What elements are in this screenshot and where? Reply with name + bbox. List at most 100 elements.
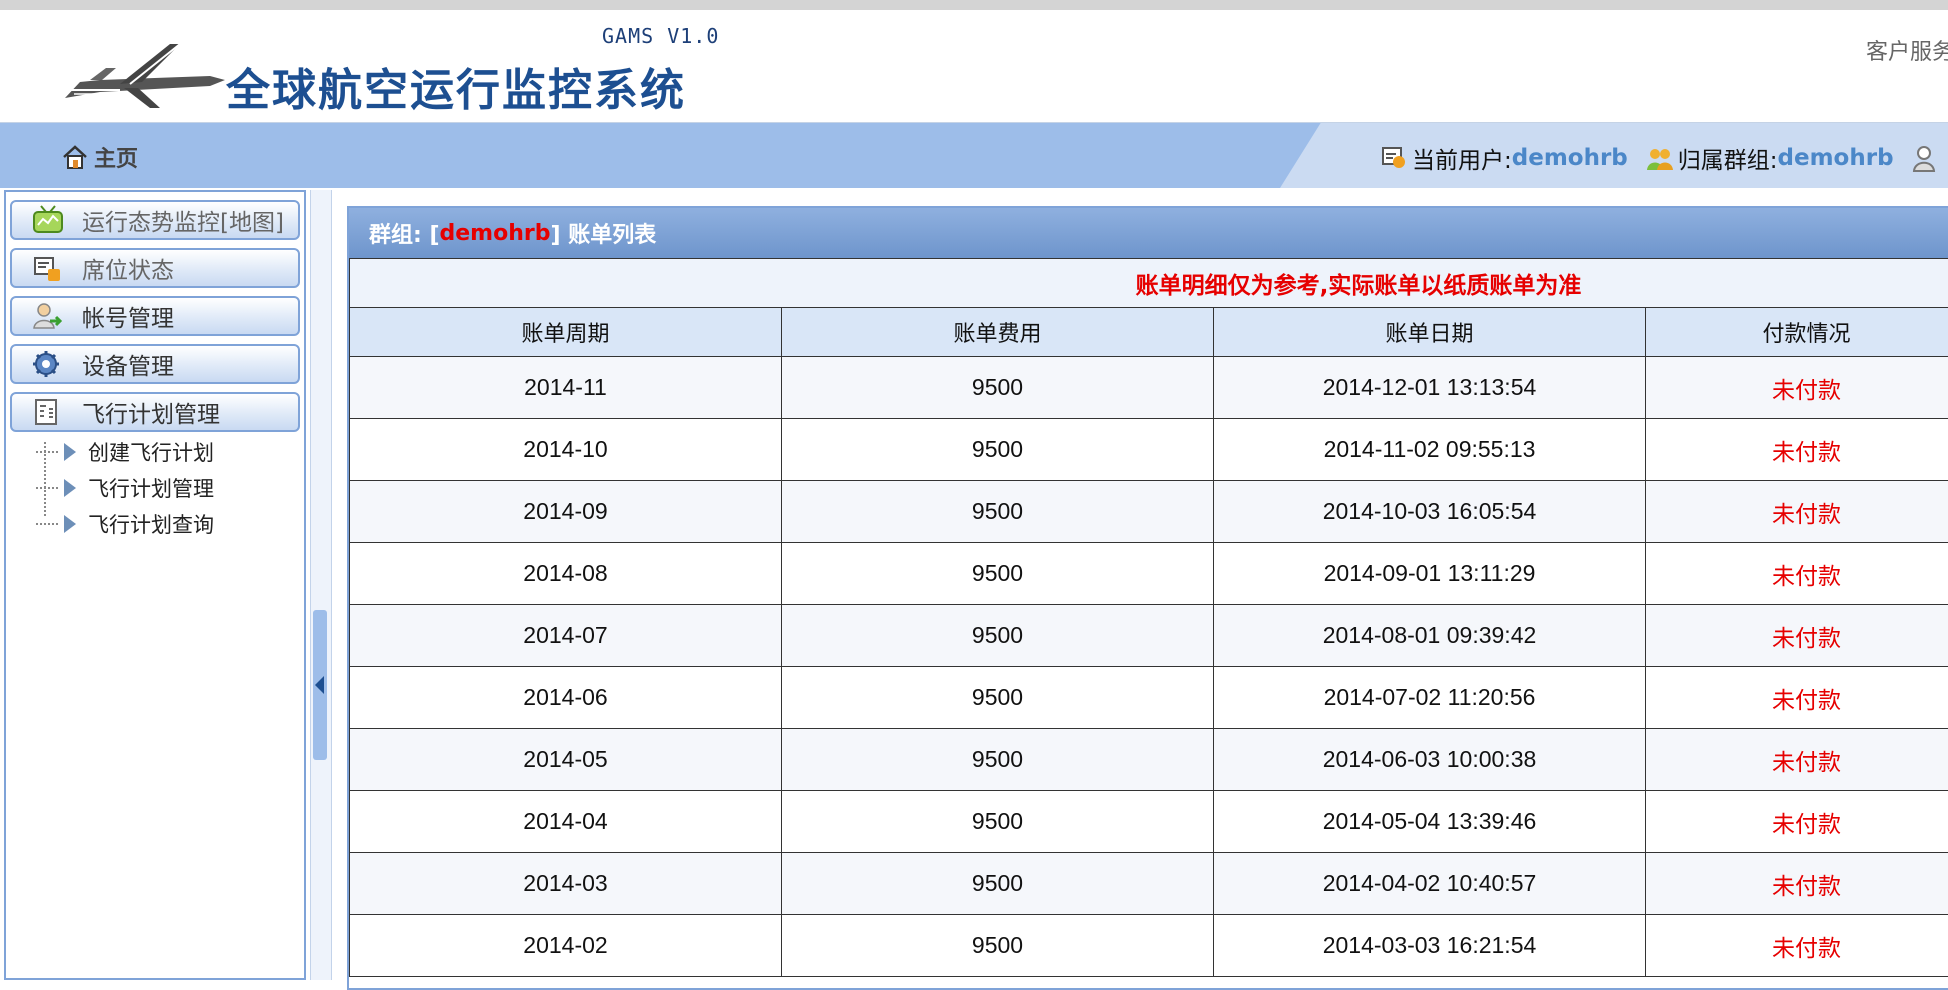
group-value[interactable]: demohrb xyxy=(1778,145,1894,171)
bill-notice: 账单明细仅为参考,实际账单以纸质账单为准 xyxy=(1136,273,1582,299)
cell-fee: 9500 xyxy=(782,357,1214,419)
sidebar-item-seat-status[interactable]: 席位状态 xyxy=(10,248,300,288)
cell-period: 2014-11 xyxy=(350,357,782,419)
device-gear-icon xyxy=(32,349,64,379)
bill-list-panel: 群组: [ demohrb ] 账单列表 账单明细仅为参考,实际账单以纸质账单为… xyxy=(347,206,1948,990)
monitor-icon xyxy=(32,205,64,235)
column-header-date: 账单日期 xyxy=(1214,308,1646,357)
panel-title-group: demohrb xyxy=(440,221,551,246)
cell-payment-status: 未付款 xyxy=(1646,729,1948,791)
cell-payment-status: 未付款 xyxy=(1646,357,1948,419)
user-info: 当前用户: demohrb 归属群组: demohrb xyxy=(1380,141,1944,175)
cell-fee: 9500 xyxy=(782,729,1214,791)
current-user-label: 当前用户: xyxy=(1412,141,1512,175)
home-link[interactable]: 主页 xyxy=(60,141,138,173)
submenu-item-create-flight-plan[interactable]: 创建飞行计划 xyxy=(36,434,214,470)
cell-fee: 9500 xyxy=(782,481,1214,543)
bill-table-body: 2014-1195002014-12-01 13:13:54未付款2014-10… xyxy=(350,357,1948,977)
sidebar-splitter xyxy=(310,190,332,980)
bill-notice-row: 账单明细仅为参考,实际账单以纸质账单为准 xyxy=(350,259,1948,308)
sidebar-item-device-management[interactable]: 设备管理 xyxy=(10,344,300,384)
cell-period: 2014-09 xyxy=(350,481,782,543)
table-row: 2014-0695002014-07-02 11:20:56未付款 xyxy=(350,667,1948,729)
cell-date: 2014-07-02 11:20:56 xyxy=(1214,667,1646,729)
submenu-item-flight-plan-management[interactable]: 飞行计划管理 xyxy=(36,470,214,506)
cell-date: 2014-06-03 10:00:38 xyxy=(1214,729,1646,791)
cell-fee: 9500 xyxy=(782,667,1214,729)
nav-bar: 主页 当前用户: demohrb 归属群组: demohrb xyxy=(0,123,1948,188)
app-title: 全球航空运行监控系统 xyxy=(226,54,686,118)
cell-date: 2014-04-02 10:40:57 xyxy=(1214,853,1646,915)
home-label: 主页 xyxy=(94,141,138,173)
column-header-period: 账单周期 xyxy=(350,308,782,357)
cell-payment-status: 未付款 xyxy=(1646,667,1948,729)
flight-plan-submenu: 创建飞行计划 飞行计划管理 飞行计划查询 xyxy=(36,434,214,542)
sidebar: 运行态势监控[地图] 席位状态 帐号管理 设备管理 飞行计划管理 xyxy=(4,190,306,980)
collapse-sidebar-handle[interactable] xyxy=(313,610,327,760)
table-row: 2014-0395002014-04-02 10:40:57未付款 xyxy=(350,853,1948,915)
cell-fee: 9500 xyxy=(782,419,1214,481)
cell-period: 2014-02 xyxy=(350,915,782,977)
group-users-icon xyxy=(1646,144,1674,172)
user-settings-icon[interactable] xyxy=(1912,144,1940,172)
account-icon xyxy=(32,301,64,331)
sidebar-item-label: 席位状态 xyxy=(82,251,174,285)
table-row: 2014-0295002014-03-03 16:21:54未付款 xyxy=(350,915,1948,977)
tree-connector xyxy=(36,451,58,453)
tree-connector xyxy=(36,487,58,489)
airplane-logo-icon xyxy=(60,30,230,120)
sidebar-item-label: 飞行计划管理 xyxy=(82,395,220,429)
sidebar-item-label: 设备管理 xyxy=(82,347,174,381)
cell-fee: 9500 xyxy=(782,605,1214,667)
sidebar-item-label: 帐号管理 xyxy=(82,299,174,333)
home-icon xyxy=(60,142,90,172)
bill-notice-cell: 账单明细仅为参考,实际账单以纸质账单为准 xyxy=(350,259,1948,308)
cell-payment-status: 未付款 xyxy=(1646,481,1948,543)
cell-period: 2014-06 xyxy=(350,667,782,729)
sidebar-item-flight-plan-management[interactable]: 飞行计划管理 xyxy=(10,392,300,432)
flight-plan-icon xyxy=(32,397,64,427)
table-row: 2014-1195002014-12-01 13:13:54未付款 xyxy=(350,357,1948,419)
sidebar-item-label: 运行态势监控[地图] xyxy=(82,203,284,237)
submenu-item-label: 创建飞行计划 xyxy=(88,437,214,467)
table-row: 2014-0995002014-10-03 16:05:54未付款 xyxy=(350,481,1948,543)
submenu-item-flight-plan-query[interactable]: 飞行计划查询 xyxy=(36,506,214,542)
panel-title-suffix: ] 账单列表 xyxy=(550,217,656,249)
cell-payment-status: 未付款 xyxy=(1646,419,1948,481)
group-label: 归属群组: xyxy=(1678,141,1778,175)
bill-table: 账单明细仅为参考,实际账单以纸质账单为准 账单周期 账单费用 账单日期 付款情况… xyxy=(349,258,1948,977)
submenu-item-label: 飞行计划管理 xyxy=(88,473,214,503)
cell-period: 2014-04 xyxy=(350,791,782,853)
cell-period: 2014-10 xyxy=(350,419,782,481)
app-version: GAMS V1.0 xyxy=(602,24,719,48)
cell-date: 2014-05-04 13:39:46 xyxy=(1214,791,1646,853)
cell-date: 2014-03-03 16:21:54 xyxy=(1214,915,1646,977)
triangle-right-icon xyxy=(64,443,76,461)
cell-date: 2014-10-03 16:05:54 xyxy=(1214,481,1646,543)
cell-payment-status: 未付款 xyxy=(1646,605,1948,667)
table-row: 2014-0595002014-06-03 10:00:38未付款 xyxy=(350,729,1948,791)
table-row: 2014-0795002014-08-01 09:39:42未付款 xyxy=(350,605,1948,667)
panel-title: 群组: [ demohrb ] 账单列表 xyxy=(349,208,1948,258)
table-row: 2014-0495002014-05-04 13:39:46未付款 xyxy=(350,791,1948,853)
cell-fee: 9500 xyxy=(782,915,1214,977)
cell-date: 2014-08-01 09:39:42 xyxy=(1214,605,1646,667)
seat-status-icon xyxy=(32,253,64,283)
cell-period: 2014-03 xyxy=(350,853,782,915)
sidebar-item-monitor-map[interactable]: 运行态势监控[地图] xyxy=(10,200,300,240)
table-row: 2014-1095002014-11-02 09:55:13未付款 xyxy=(350,419,1948,481)
column-header-fee: 账单费用 xyxy=(782,308,1214,357)
cell-date: 2014-09-01 13:11:29 xyxy=(1214,543,1646,605)
cell-payment-status: 未付款 xyxy=(1646,853,1948,915)
tree-connector xyxy=(36,523,58,525)
table-row: 2014-0895002014-09-01 13:11:29未付款 xyxy=(350,543,1948,605)
panel-title-prefix: 群组: [ xyxy=(369,217,440,249)
customer-service-link[interactable]: 客户服务 xyxy=(1866,34,1948,66)
current-user-value[interactable]: demohrb xyxy=(1512,145,1628,171)
cell-payment-status: 未付款 xyxy=(1646,543,1948,605)
app-header: GAMS V1.0 全球航空运行监控系统 客户服务 xyxy=(0,10,1948,123)
triangle-right-icon xyxy=(64,515,76,533)
sidebar-item-account-management[interactable]: 帐号管理 xyxy=(10,296,300,336)
cell-period: 2014-08 xyxy=(350,543,782,605)
window-top-strip xyxy=(0,0,1948,10)
